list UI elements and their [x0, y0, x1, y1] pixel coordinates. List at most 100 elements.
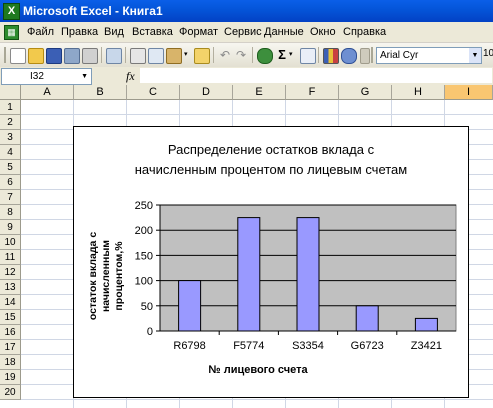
toolbar-separator: [101, 47, 102, 63]
x-axis-title[interactable]: № лицевого счета: [208, 364, 308, 376]
excel-app-icon[interactable]: X: [3, 3, 20, 20]
cut-icon[interactable]: [130, 48, 146, 64]
row-header-13[interactable]: 13: [0, 280, 21, 295]
redo-icon[interactable]: ↷: [234, 48, 248, 62]
save-icon[interactable]: [46, 48, 62, 64]
toolbar-separator: [252, 47, 253, 63]
chart-svg: 0 50 100 150 200 250 R6798 F5774 S3354 G6723 Z3421…: [87, 200, 457, 376]
column-header-a[interactable]: A: [21, 85, 74, 100]
y-tick-label: 100: [135, 276, 153, 288]
row-header-2[interactable]: 2: [0, 115, 21, 130]
x-tick-label: G6723: [351, 340, 384, 352]
autosum-dropdown-icon[interactable]: ▾: [289, 48, 295, 62]
new-icon[interactable]: [10, 48, 26, 64]
row-header-16[interactable]: 16: [0, 325, 21, 340]
menu-tools[interactable]: Сервис: [224, 26, 262, 38]
column-header-i[interactable]: I: [445, 85, 493, 100]
toolbar-separator: [213, 47, 214, 63]
toolbar-grip[interactable]: [371, 47, 373, 63]
x-tick-label: F5774: [233, 340, 264, 352]
toolbar-separator: [125, 47, 126, 63]
toolbar-options-icon[interactable]: [360, 48, 370, 64]
bar-f5774[interactable]: [237, 217, 261, 332]
help-icon[interactable]: [341, 48, 357, 64]
select-all-corner[interactable]: [0, 85, 21, 100]
name-box[interactable]: I32 ▼: [1, 68, 92, 85]
column-header-b[interactable]: B: [74, 85, 127, 100]
sort-ascending-icon[interactable]: [300, 48, 316, 64]
row-header-6[interactable]: 6: [0, 175, 21, 190]
x-tick-label: Z3421: [411, 340, 442, 352]
chart-wizard-icon[interactable]: [323, 48, 339, 64]
y-axis-title-line[interactable]: остаток вклада с: [87, 232, 99, 320]
row-header-17[interactable]: 17: [0, 340, 21, 355]
menu-file[interactable]: Файл: [27, 26, 54, 38]
menu-edit[interactable]: Правка: [61, 26, 98, 38]
column-header-d[interactable]: D: [180, 85, 233, 100]
row-header-19[interactable]: 19: [0, 370, 21, 385]
menu-view[interactable]: Вид: [104, 26, 124, 38]
row-header-5[interactable]: 5: [0, 160, 21, 175]
formula-input[interactable]: [140, 68, 492, 83]
y-axis-title-line[interactable]: начисленным: [100, 240, 112, 312]
autosum-icon[interactable]: Σ: [275, 48, 289, 62]
chart-area[interactable]: Распределение остатков вклада с начислен…: [73, 126, 469, 398]
insert-function-icon[interactable]: fx: [126, 69, 135, 84]
copy-icon[interactable]: [148, 48, 164, 64]
window-title-bar: X Microsoft Excel - Книга1: [0, 0, 493, 22]
y-tick-label: 0: [147, 326, 153, 338]
undo-icon[interactable]: ↶: [218, 48, 232, 62]
print-preview-icon[interactable]: [106, 48, 122, 64]
x-tick-label: R6798: [173, 340, 205, 352]
row-header-9[interactable]: 9: [0, 220, 21, 235]
bar-g6723[interactable]: [355, 305, 379, 332]
row-header-18[interactable]: 18: [0, 355, 21, 370]
row-header-10[interactable]: 10: [0, 235, 21, 250]
menu-format[interactable]: Формат: [179, 26, 218, 38]
row-header-15[interactable]: 15: [0, 310, 21, 325]
row-header-20[interactable]: 20: [0, 385, 21, 400]
formula-bar: I32 ▼ fx: [0, 67, 493, 86]
font-size-select[interactable]: 10: [483, 48, 493, 59]
chevron-down-icon[interactable]: ▼: [469, 48, 481, 63]
format-painter-icon[interactable]: [194, 48, 210, 64]
y-tick-label: 150: [135, 250, 153, 262]
y-tick-label: 50: [141, 301, 153, 313]
row-header-1[interactable]: 1: [0, 100, 21, 115]
workbook-icon[interactable]: ▦: [4, 25, 19, 40]
permission-icon[interactable]: [64, 48, 80, 64]
menu-insert[interactable]: Вставка: [132, 26, 173, 38]
standard-toolbar: ▾ ↶ ↷ Σ ▾ Arial Cyr ▼ 10: [0, 43, 493, 68]
row-header-11[interactable]: 11: [0, 250, 21, 265]
row-header-12[interactable]: 12: [0, 265, 21, 280]
y-tick-label: 200: [135, 225, 153, 237]
menu-data[interactable]: Данные: [264, 26, 304, 38]
row-header-7[interactable]: 7: [0, 190, 21, 205]
paste-icon[interactable]: [166, 48, 182, 64]
font-name-value: Arial Cyr: [380, 50, 419, 61]
column-headers: ABCDEFGHI: [21, 85, 493, 100]
column-header-g[interactable]: G: [339, 85, 392, 100]
open-folder-icon[interactable]: [28, 48, 44, 64]
window-title: Microsoft Excel - Книга1: [23, 4, 163, 18]
chevron-down-icon[interactable]: ▼: [81, 69, 88, 84]
column-header-e[interactable]: E: [233, 85, 286, 100]
menu-window[interactable]: Окно: [310, 26, 336, 38]
row-header-14[interactable]: 14: [0, 295, 21, 310]
bar-z3421[interactable]: [414, 317, 438, 332]
column-header-h[interactable]: H: [392, 85, 445, 100]
paste-dropdown-icon[interactable]: ▾: [184, 48, 190, 62]
font-name-select[interactable]: Arial Cyr ▼: [376, 47, 482, 64]
row-header-3[interactable]: 3: [0, 130, 21, 145]
y-axis-title-line[interactable]: процентом,%: [113, 241, 125, 311]
print-icon[interactable]: [82, 48, 98, 64]
row-header-4[interactable]: 4: [0, 145, 21, 160]
row-header-8[interactable]: 8: [0, 205, 21, 220]
menu-help[interactable]: Справка: [343, 26, 386, 38]
column-header-c[interactable]: C: [127, 85, 180, 100]
column-header-f[interactable]: F: [286, 85, 339, 100]
hyperlink-icon[interactable]: [257, 48, 273, 64]
bar-r6798[interactable]: [178, 280, 202, 332]
bar-s3354[interactable]: [296, 217, 320, 332]
toolbar-grip[interactable]: [4, 47, 6, 63]
